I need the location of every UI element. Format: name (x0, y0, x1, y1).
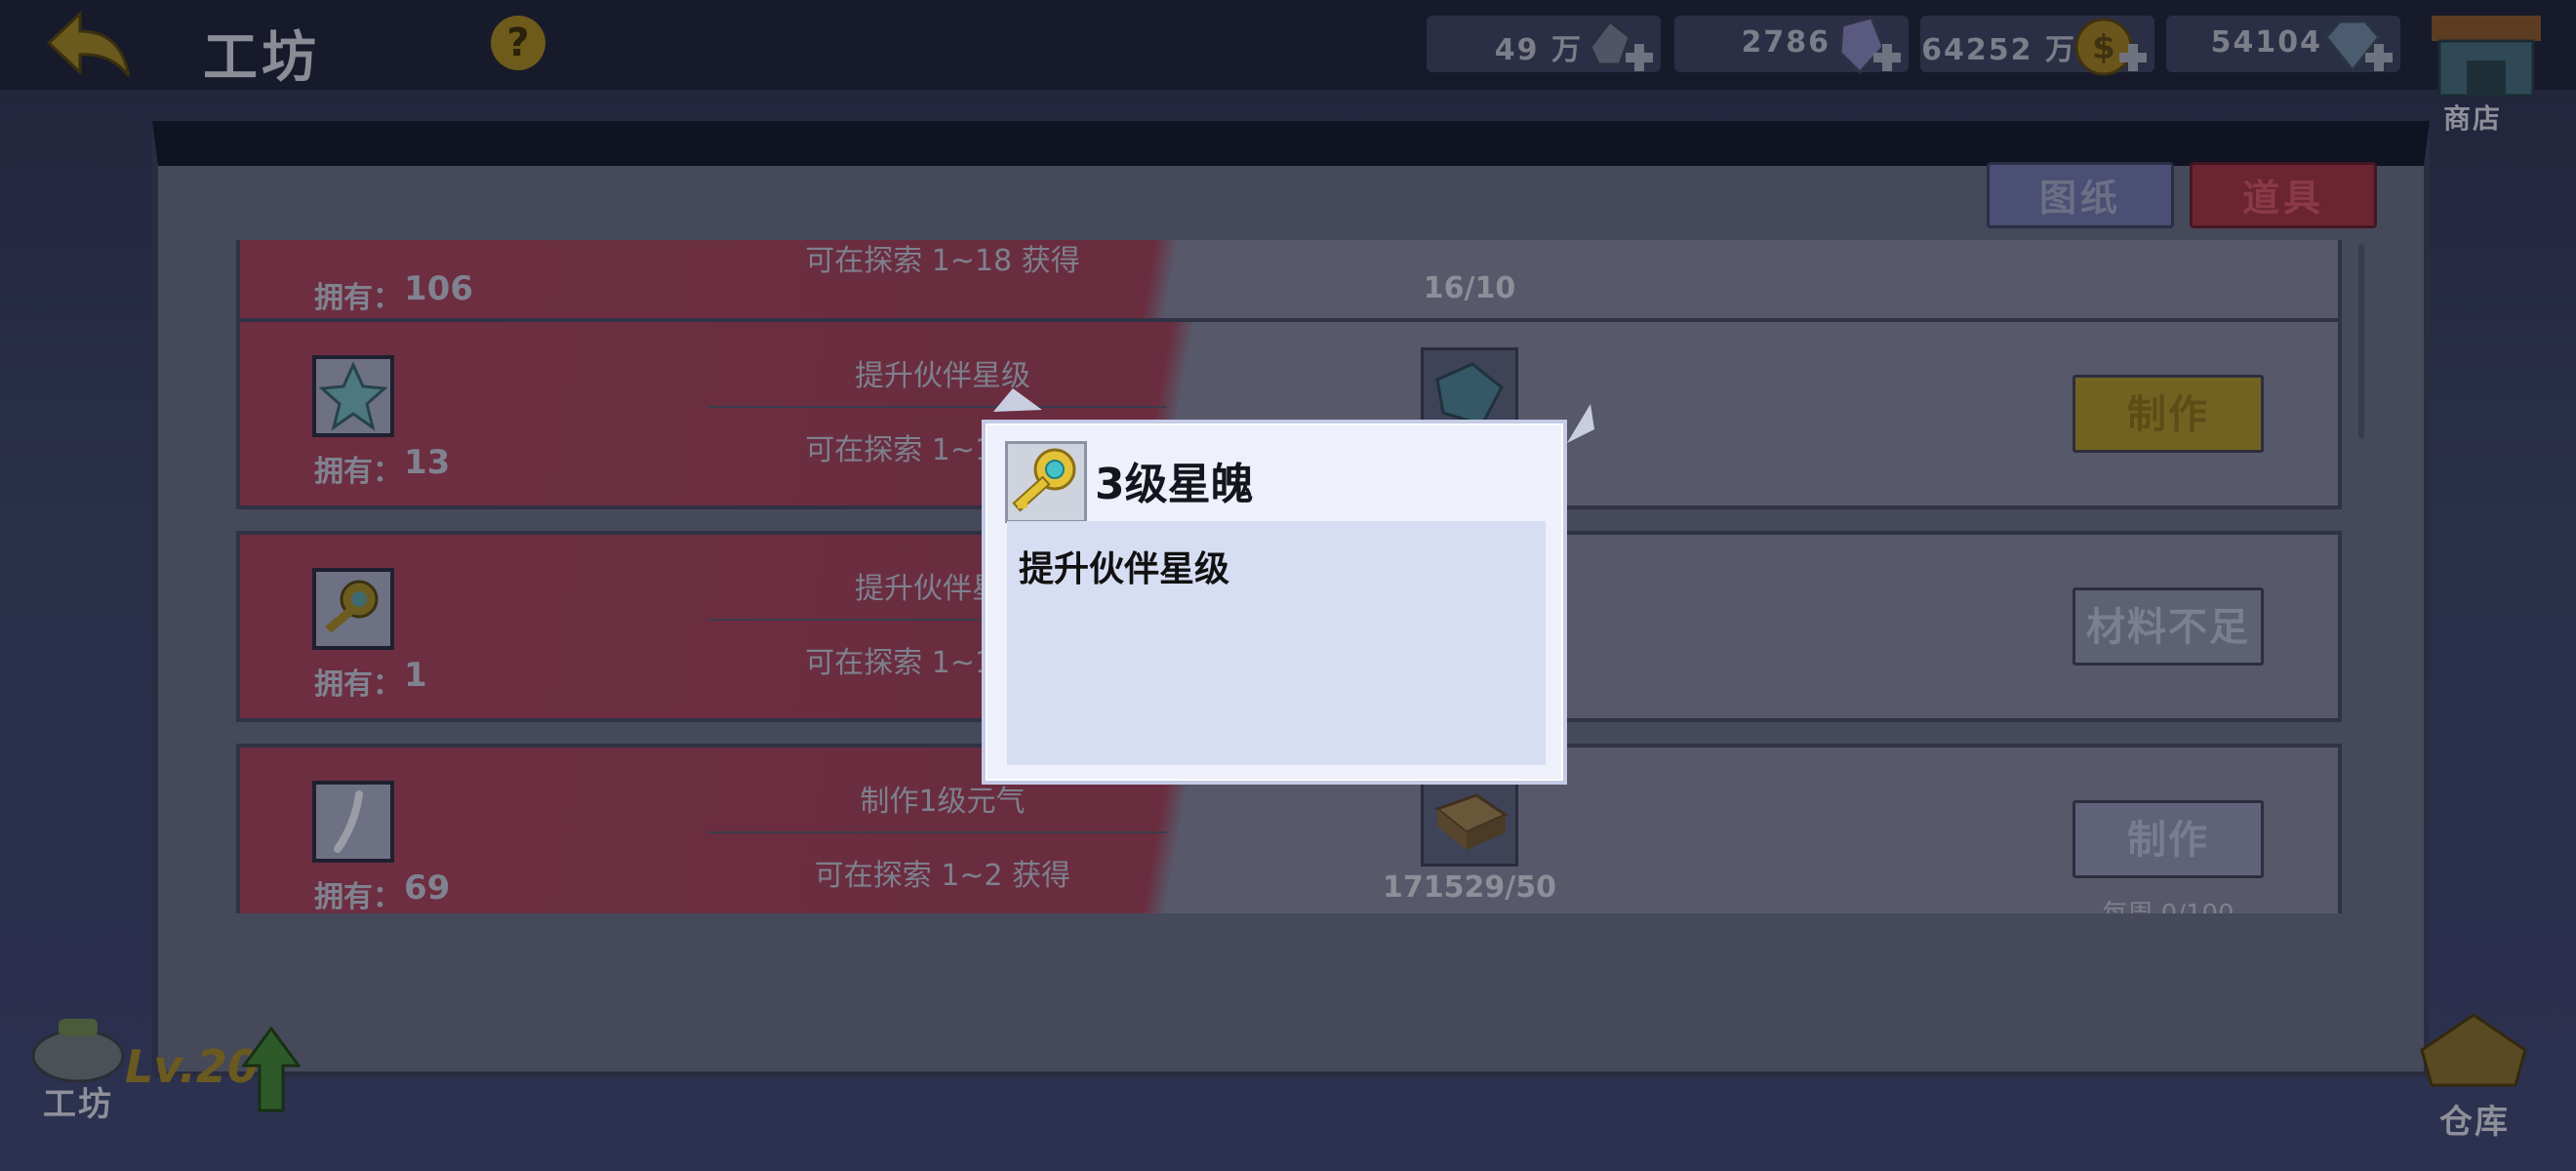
crystal-plus-icon[interactable] (1577, 8, 1659, 86)
resource-value: 49 万 (1494, 33, 1583, 67)
warehouse-icon (2420, 1013, 2527, 1087)
item-icon-box[interactable] (312, 781, 394, 863)
own-label: 拥有： (314, 667, 402, 702)
svg-text:$: $ (2092, 28, 2115, 67)
gold-key-icon (325, 580, 379, 633)
tab-blueprint[interactable]: 图纸 (1987, 162, 2174, 228)
divider (708, 831, 1167, 833)
purple-crystal-plus-icon[interactable] (1825, 8, 1907, 86)
popup-item-icon-box (1005, 441, 1087, 523)
workshop-label: 工坊 (43, 1085, 113, 1124)
own-value: 1 (404, 656, 427, 695)
page-title: 工坊 (203, 26, 320, 90)
shop-label: 商店 (2443, 102, 2503, 135)
resource-diamond: 54104 (2166, 16, 2400, 73)
material-icon[interactable] (1421, 773, 1518, 867)
diamond-plus-icon[interactable] (2316, 8, 2398, 86)
gold-key-icon (1012, 448, 1076, 512)
workshop-button[interactable]: 工坊 (20, 1005, 137, 1124)
popup-body: 提升伙伴星级 (1007, 521, 1546, 765)
resource-value: 2786 (1741, 25, 1831, 60)
resource-gold: 64252 万 $ (1920, 16, 2154, 76)
resource-value: 64252 万 (1921, 33, 2076, 67)
material-count: 16/10 (1423, 271, 1516, 305)
own-label: 拥有： (314, 281, 402, 315)
pot-icon (31, 1019, 125, 1083)
material-count: 171529/50 (1383, 870, 1556, 905)
divider (708, 406, 1167, 408)
warehouse-button[interactable]: 仓库 (2410, 1011, 2537, 1142)
make-button[interactable]: 制作 (2073, 375, 2264, 453)
list-scrollbar[interactable] (2358, 244, 2364, 439)
bone-icon (334, 790, 363, 853)
weekly-limit: 每周 0/100 (2073, 894, 2264, 913)
source-text: 可在探索 1~18 获得 (805, 244, 1080, 278)
resource-value: 54104 (2210, 25, 2322, 60)
shop-icon (2432, 16, 2541, 98)
help-icon[interactable]: ? (491, 16, 545, 70)
brick-icon (1433, 793, 1509, 850)
gold-coin-plus-icon[interactable]: $ (2071, 8, 2153, 86)
level-badge: Lv.20 (125, 1040, 260, 1093)
own-label: 拥有： (314, 880, 402, 913)
shop-button[interactable]: 商店 (2424, 6, 2551, 135)
item-tooltip: 3级星魄 提升伙伴星级 (982, 420, 1567, 785)
source-text: 可在探索 1~2 获得 (814, 859, 1071, 893)
popup-description: 提升伙伴星级 (1019, 549, 1230, 589)
make-button[interactable]: 制作 (2073, 800, 2264, 878)
own-value: 69 (404, 868, 451, 908)
popup-title: 3级星魄 (1095, 460, 1254, 509)
blue-star-crystal-icon (318, 361, 388, 431)
own-value: 106 (404, 269, 473, 308)
own-label: 拥有： (314, 455, 402, 489)
item-description: 提升伙伴星级 (855, 359, 1030, 393)
upgrade-arrow-icon[interactable] (242, 1027, 301, 1112)
item-icon-box[interactable] (312, 355, 394, 437)
popup-corner-decoration (993, 388, 1042, 412)
own-value: 13 (404, 443, 451, 482)
item-icon-box[interactable] (312, 568, 394, 650)
resource-crystal: 49 万 (1427, 16, 1661, 72)
back-arrow-icon[interactable] (39, 6, 137, 84)
warehouse-label: 仓库 (2439, 1103, 2510, 1142)
insufficient-materials-button[interactable]: 材料不足 (2073, 587, 2264, 666)
tab-items[interactable]: 道具 (2190, 162, 2377, 228)
resource-purple-crystal: 2786 (1674, 16, 1909, 75)
